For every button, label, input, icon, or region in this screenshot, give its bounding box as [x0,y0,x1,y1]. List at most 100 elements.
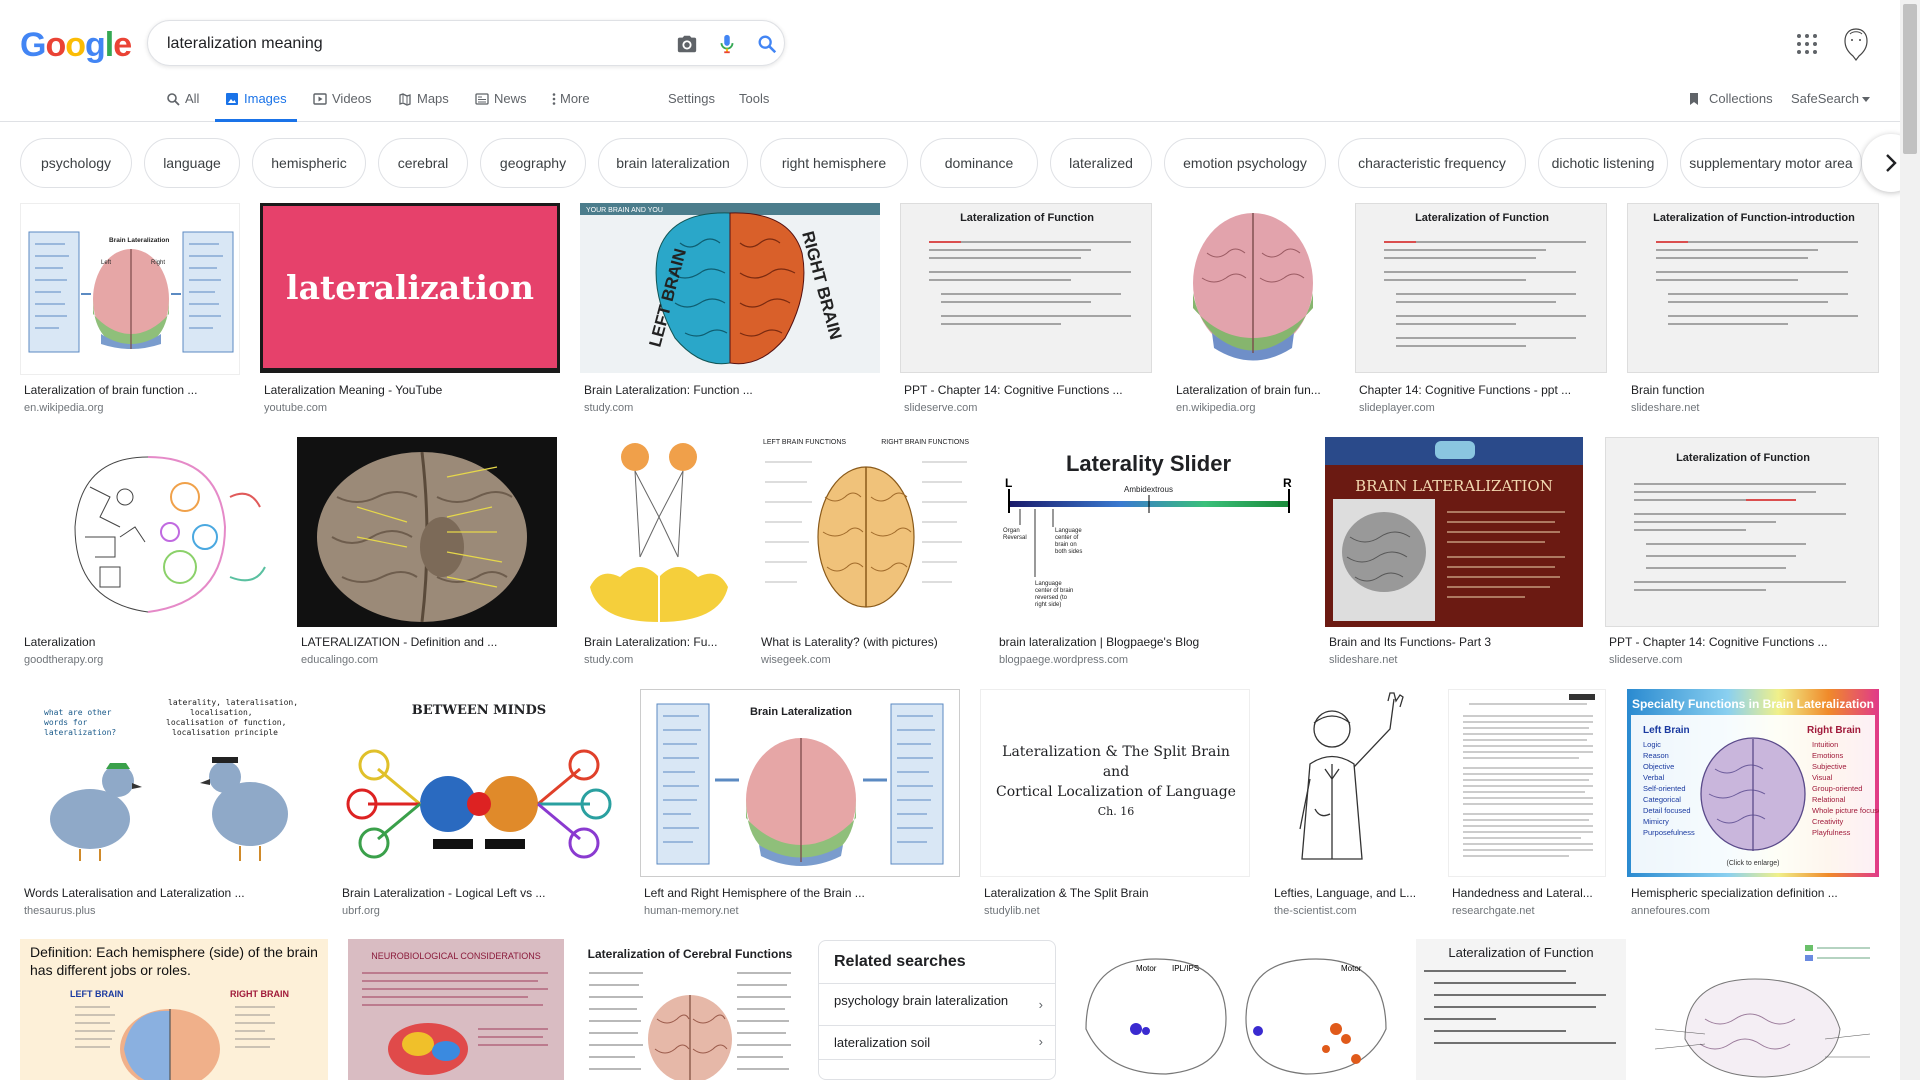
image-result[interactable]: Lateralization of Function PPT - Chapter… [1605,437,1879,667]
image-result[interactable]: Lateralization of Function [1416,939,1626,1080]
result-source[interactable]: blogpaege.wordpress.com [999,654,1128,666]
result-title[interactable]: Brain and Its Functions- Part 3 [1329,635,1583,649]
result-source[interactable]: slideserve.com [1609,654,1682,666]
result-thumbnail[interactable]: Brain Lateralization Left Right [20,203,240,375]
result-thumbnail[interactable]: lateralization [260,203,560,373]
image-result[interactable]: NEUROBIOLOGICAL CONSIDERATIONS [348,939,564,1080]
chip-hemispheric[interactable]: hemispheric [252,138,366,188]
image-result[interactable]: YOUR BRAIN AND YOU LEFT BRAIN RIGHT BRAI… [580,203,880,418]
image-result[interactable]: LEFT BRAIN FUNCTIONS RIGHT BRAIN FUNCTIO… [757,437,975,667]
image-result[interactable]: Lateralization of Function-introduction … [1627,203,1879,418]
result-thumbnail[interactable]: BRAIN LATERALIZATION [1325,437,1583,627]
tab-all[interactable]: All [166,88,199,122]
search-box[interactable] [147,20,785,66]
result-thumbnail[interactable]: Definition: Each hemisphere (side) of th… [20,939,328,1080]
result-title[interactable]: PPT - Chapter 14: Cognitive Functions ..… [904,383,1152,397]
result-title[interactable]: LATERALIZATION - Definition and ... [301,635,557,649]
google-logo[interactable]: Google [20,26,132,65]
collections-button[interactable]: Collections [1687,88,1773,122]
result-title[interactable]: Handedness and Lateral... [1452,886,1606,900]
result-title[interactable]: Lateralization of brain function ... [24,383,240,397]
result-title[interactable]: Lateralization of brain fun... [1176,383,1334,397]
result-thumbnail[interactable]: BETWEEN MINDS [338,689,620,877]
image-result[interactable]: Lateralization & The Split Brain and Cor… [980,689,1250,919]
image-result[interactable]: Lefties, Language, and L... the-scientis… [1270,689,1428,919]
tab-images[interactable]: Images [215,88,297,122]
search-input[interactable] [167,32,647,56]
related-search-item[interactable]: psychology brain lateralization › [819,983,1055,1025]
image-result[interactable]: Motor IPL/IPS Motor [1076,939,1396,1080]
result-thumbnail[interactable] [1172,203,1334,373]
related-search-item[interactable] [819,1059,1055,1079]
result-source[interactable]: studylib.net [984,905,1040,917]
result-source[interactable]: slideshare.net [1631,402,1700,414]
search-icon[interactable] [756,33,778,55]
chip-emotion-psychology[interactable]: emotion psychology [1164,138,1326,188]
result-source[interactable]: en.wikipedia.org [24,402,104,414]
result-title[interactable]: Brain Lateralization: Fu... [584,635,738,649]
image-result[interactable]: BRAIN LATERALIZATION Brain and Its Funct… [1325,437,1583,667]
result-source[interactable]: slideplayer.com [1359,402,1435,414]
result-source[interactable]: ubrf.org [342,905,380,917]
result-source[interactable]: slideserve.com [904,402,977,414]
result-thumbnail[interactable] [20,437,277,627]
result-source[interactable]: wisegeek.com [761,654,831,666]
result-source[interactable]: researchgate.net [1452,905,1535,917]
image-result[interactable]: Lateralization of Function Chapter 14: C… [1355,203,1607,418]
result-source[interactable]: youtube.com [264,402,327,414]
image-result[interactable]: Laterality Slider Ambidextrous LR Organ R… [995,437,1302,667]
result-thumbnail[interactable]: Lateralization & The Split Brain and Cor… [980,689,1250,877]
result-thumbnail[interactable] [1270,689,1428,877]
image-result[interactable]: lateralization Lateralization Meaning - … [260,203,560,418]
scrollbar[interactable] [1900,0,1920,1080]
chip-right-hemisphere[interactable]: right hemisphere [760,138,908,188]
result-thumbnail[interactable]: Specialty Functions in Brain Lateralizat… [1627,689,1879,877]
chip-characteristic-frequency[interactable]: characteristic frequency [1338,138,1526,188]
result-thumbnail[interactable]: Lateralization of Function [900,203,1152,373]
image-result[interactable]: Lateralization of Function PPT - Chapter… [900,203,1152,418]
microphone-icon[interactable] [716,33,738,55]
chip-lateralized[interactable]: lateralized [1050,138,1152,188]
result-thumbnail[interactable]: Brain Lateralization [640,689,960,877]
result-thumbnail[interactable]: Lateralization of Function [1416,939,1626,1080]
image-result[interactable]: Brain Lateralization: Fu... study.com [580,437,738,667]
result-source[interactable]: en.wikipedia.org [1176,402,1256,414]
result-title[interactable]: Lefties, Language, and L... [1274,886,1428,900]
tab-videos[interactable]: Videos [313,88,372,122]
tab-tools[interactable]: Tools [739,88,769,122]
tab-settings[interactable]: Settings [668,88,715,122]
apps-grid-icon[interactable] [1795,32,1819,56]
result-title[interactable]: Lateralization [24,635,277,649]
chip-dichotic-listening[interactable]: dichotic listening [1538,138,1668,188]
image-result[interactable]: Brain Lateralization Left and Right Hemi… [640,689,960,919]
result-source[interactable]: the-scientist.com [1274,905,1357,917]
tab-news[interactable]: News [475,88,527,122]
safesearch-button[interactable]: SafeSearch [1791,88,1870,122]
image-result[interactable]: Specialty Functions in Brain Lateralizat… [1627,689,1879,919]
result-title[interactable]: brain lateralization | Blogpaege's Blog [999,635,1302,649]
image-result[interactable]: BETWEEN MINDS Brain Lateralization - Log… [338,689,620,919]
result-source[interactable]: human-memory.net [644,905,739,917]
result-title[interactable]: Hemispheric specialization definition ..… [1631,886,1879,900]
result-thumbnail[interactable] [1448,689,1606,877]
result-thumbnail[interactable]: Laterality Slider Ambidextrous LR Organ R… [995,437,1302,627]
result-thumbnail[interactable]: Lateralization of Function [1605,437,1879,627]
result-thumbnail[interactable] [297,437,557,627]
result-thumbnail[interactable] [580,437,738,627]
image-result[interactable]: LATERALIZATION - Definition and ... educ… [297,437,557,667]
result-thumbnail[interactable]: YOUR BRAIN AND YOU LEFT BRAIN RIGHT BRAI… [580,203,880,373]
result-title[interactable]: Words Lateralisation and Lateralization … [24,886,318,900]
chip-brain-lateralization[interactable]: brain lateralization [598,138,748,188]
result-title[interactable]: Lateralization & The Split Brain [984,886,1250,900]
chip-supplementary-motor-area[interactable]: supplementary motor area [1680,138,1862,188]
result-title[interactable]: Brain function [1631,383,1879,397]
image-result[interactable]: Handedness and Lateral... researchgate.n… [1448,689,1606,919]
chip-psychology[interactable]: psychology [20,138,132,188]
chip-geography[interactable]: geography [480,138,586,188]
result-thumbnail[interactable]: what are other words for lateralization? l… [20,689,318,877]
scrollbar-thumb[interactable] [1903,4,1917,154]
result-title[interactable]: Left and Right Hemisphere of the Brain .… [644,886,960,900]
result-source[interactable]: annefoures.com [1631,905,1710,917]
image-result[interactable]: Lateralization of Cerebral Functions [583,939,797,1080]
chip-cerebral[interactable]: cerebral [378,138,468,188]
